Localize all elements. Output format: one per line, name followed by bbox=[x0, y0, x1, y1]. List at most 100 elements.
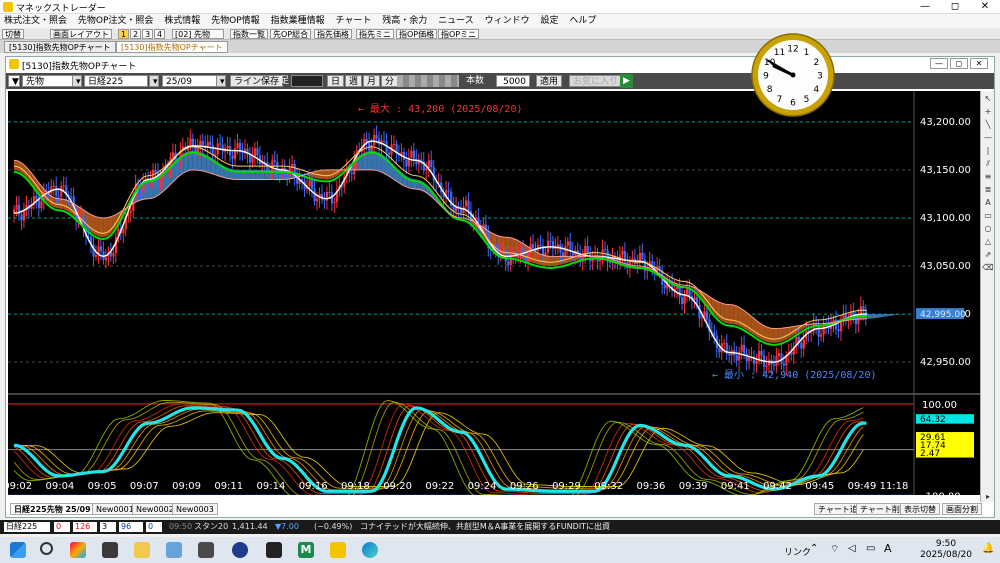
copilot-icon[interactable] bbox=[70, 542, 86, 558]
tab-chart-2[interactable]: [5130]指数先物OPチャート bbox=[116, 41, 228, 53]
tab-new0002[interactable]: New0002 bbox=[132, 503, 178, 515]
app-icon-3[interactable] bbox=[232, 542, 248, 558]
split-screen-button[interactable]: 画面分割 bbox=[942, 503, 982, 515]
period-day-button[interactable]: 日 bbox=[327, 75, 345, 87]
menu-stock-info[interactable]: 株式情報 bbox=[160, 14, 204, 28]
cursor-icon[interactable]: ↖ bbox=[982, 93, 994, 104]
chart-maximize-button[interactable]: ◻ bbox=[950, 58, 968, 69]
search-icon[interactable] bbox=[40, 542, 53, 555]
type-chevron-down-icon[interactable]: ▾ bbox=[72, 75, 82, 87]
tab-new0001[interactable]: New0001 bbox=[92, 503, 138, 515]
page-3-button[interactable]: 3 bbox=[142, 29, 154, 39]
price-tick-label: 43,050.00 bbox=[920, 261, 971, 272]
menu-futures-info[interactable]: 先物OP情報 bbox=[207, 14, 264, 28]
count-input[interactable]: 5000 bbox=[496, 75, 530, 87]
vline-tool-icon[interactable]: | bbox=[982, 145, 994, 156]
text-tool-icon[interactable]: A bbox=[982, 197, 994, 208]
hline-tool-icon[interactable]: — bbox=[982, 132, 994, 143]
menu-help[interactable]: ヘルプ bbox=[565, 14, 600, 28]
export-icon[interactable]: ▶ bbox=[620, 74, 633, 88]
task-view-icon[interactable] bbox=[102, 542, 118, 558]
index-select[interactable]: 日経225 bbox=[84, 75, 148, 87]
month-select[interactable]: 25/09 bbox=[162, 75, 220, 87]
delete-tool-icon[interactable]: ⌫ bbox=[982, 262, 994, 273]
display-toggle-button[interactable]: 表示切替 bbox=[900, 503, 940, 515]
arrow-tool-icon[interactable]: ⇗ bbox=[982, 249, 994, 260]
type-select[interactable]: 先物 bbox=[22, 75, 78, 87]
chart-close-button[interactable]: ✕ bbox=[970, 58, 988, 69]
menu-news[interactable]: ニュース bbox=[434, 14, 478, 28]
menu-balance[interactable]: 残高・余力 bbox=[378, 14, 431, 28]
time-tick-label: 09:49 bbox=[848, 481, 877, 492]
layout-button[interactable]: 画面レイアウト bbox=[50, 29, 112, 39]
op-mini-button[interactable]: 指OPミニ bbox=[438, 29, 480, 39]
futures-mini-button[interactable]: 指先ミニ bbox=[356, 29, 394, 39]
maximize-button[interactable]: ◻ bbox=[940, 0, 970, 14]
foot-input[interactable] bbox=[291, 75, 323, 87]
monex-icon[interactable]: M bbox=[298, 542, 314, 558]
rect-tool-icon[interactable]: ▭ bbox=[982, 210, 994, 221]
app-icon-1[interactable] bbox=[166, 542, 182, 558]
period-week-button[interactable]: 週 bbox=[345, 75, 363, 87]
menu-window[interactable]: ウィンドウ bbox=[481, 14, 534, 28]
index-chevron-down-icon[interactable]: ▾ bbox=[149, 75, 159, 87]
start-icon[interactable] bbox=[10, 542, 26, 558]
clock-date[interactable]: 2025/08/20 bbox=[916, 550, 976, 560]
tab-nikkei-futures[interactable]: 日経225先物 25/09 bbox=[10, 503, 95, 515]
menu-index-info[interactable]: 指数業種情報 bbox=[267, 14, 329, 28]
period-minute-button[interactable]: 分 bbox=[381, 75, 399, 87]
index-list-button[interactable]: 指数一覧 bbox=[230, 29, 268, 39]
channel-tool-icon[interactable]: ⫽ bbox=[982, 158, 994, 169]
candle-body bbox=[638, 252, 641, 261]
edge-icon[interactable] bbox=[362, 542, 378, 558]
app-logo-icon bbox=[3, 2, 13, 12]
app-icon-4[interactable] bbox=[266, 542, 282, 558]
ticker-news[interactable]: コナイテッドが大幅続伸、共創型M＆A事業を展開するFUNDITに出資 bbox=[358, 522, 612, 532]
file-explorer-icon[interactable] bbox=[134, 542, 150, 558]
fib-tool-icon[interactable]: ≣ bbox=[982, 184, 994, 195]
chart-minimize-button[interactable]: — bbox=[930, 58, 948, 69]
volume-icon[interactable]: ◁ bbox=[848, 543, 856, 554]
save-line-button[interactable]: ライン保存 bbox=[230, 75, 284, 87]
menu-futures-order[interactable]: 先物OP注文・照会 bbox=[74, 14, 158, 28]
menu-settings[interactable]: 設定 bbox=[536, 14, 562, 28]
minimize-button[interactable]: — bbox=[910, 0, 940, 14]
op-price-button[interactable]: 指OP価格 bbox=[396, 29, 438, 39]
clock-time[interactable]: 9:50 bbox=[922, 539, 970, 549]
notification-icon[interactable]: 🔔 bbox=[982, 543, 994, 554]
futures-op-button[interactable]: 先OP総合 bbox=[270, 29, 312, 39]
page-2-button[interactable]: 2 bbox=[130, 29, 142, 39]
crosshair-icon[interactable]: + bbox=[982, 106, 994, 117]
extra-button[interactable]: お気に入り bbox=[569, 75, 623, 87]
app-icon-2[interactable] bbox=[198, 542, 214, 558]
screen-selector[interactable]: [02] 先物 bbox=[172, 29, 224, 39]
menu-chart[interactable]: チャート bbox=[331, 14, 375, 28]
scroll-right-icon[interactable]: ▸ bbox=[982, 491, 994, 502]
close-button[interactable]: ✕ bbox=[970, 0, 1000, 14]
battery-icon[interactable]: ▭ bbox=[866, 543, 875, 554]
chevron-up-icon[interactable]: ⌃ bbox=[810, 543, 818, 554]
ellipse-tool-icon[interactable]: ○ bbox=[982, 223, 994, 234]
candle-body bbox=[139, 187, 142, 192]
parallel-tool-icon[interactable]: ≡ bbox=[982, 171, 994, 182]
link-label[interactable]: リンク bbox=[784, 545, 811, 558]
tab-chart-1[interactable]: [5130]指数先物OPチャート bbox=[4, 41, 116, 53]
line-tool-icon[interactable]: ╲ bbox=[982, 119, 994, 130]
apply-button[interactable]: 適用 bbox=[536, 75, 563, 87]
page-4-button[interactable]: 4 bbox=[154, 29, 166, 39]
tab-new0003[interactable]: New0003 bbox=[172, 503, 218, 515]
chart-plot-area[interactable]: 42,950.0043,000.0043,050.0043,100.0043,1… bbox=[8, 91, 982, 495]
month-chevron-down-icon[interactable]: ▾ bbox=[216, 75, 226, 87]
menu-stock-order[interactable]: 株式注文・照会 bbox=[0, 14, 71, 28]
menu-dropdown-icon[interactable]: ▼ bbox=[8, 75, 20, 87]
ime-indicator[interactable]: A bbox=[884, 542, 892, 555]
switch-button[interactable]: 切替 bbox=[2, 29, 24, 39]
trader-icon[interactable] bbox=[330, 542, 346, 558]
ichimoku-cloud bbox=[894, 314, 900, 316]
triangle-tool-icon[interactable]: △ bbox=[982, 236, 994, 247]
candle-body bbox=[683, 294, 686, 305]
futures-price-button[interactable]: 指先価格 bbox=[314, 29, 352, 39]
period-month-button[interactable]: 月 bbox=[363, 75, 381, 87]
page-1-button[interactable]: 1 bbox=[118, 29, 130, 39]
network-icon[interactable]: ⌔ bbox=[830, 543, 839, 556]
